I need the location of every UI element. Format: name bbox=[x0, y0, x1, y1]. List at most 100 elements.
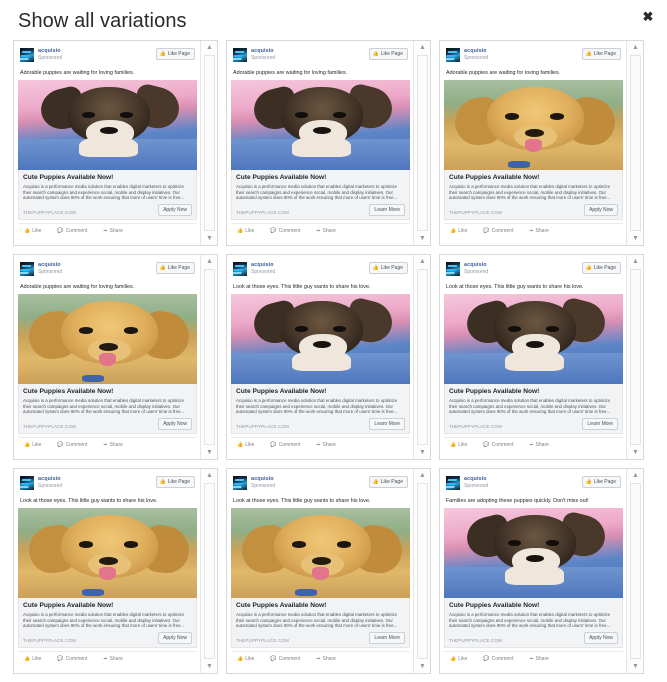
card-scrollbar[interactable]: ▲ ▼ bbox=[413, 469, 430, 673]
ad-cta-button[interactable]: Learn More bbox=[369, 631, 405, 644]
card-scrollbar[interactable]: ▲ ▼ bbox=[626, 41, 643, 245]
like-page-button[interactable]: 👍 Like Page bbox=[368, 48, 408, 60]
ad-action-share[interactable]: ➦ Share bbox=[529, 228, 549, 234]
ad-action-share[interactable]: ➦ Share bbox=[316, 656, 336, 662]
scrollbar-thumb[interactable] bbox=[630, 55, 641, 231]
card-scrollbar[interactable]: ▲ ▼ bbox=[200, 255, 217, 459]
ad-action-like[interactable]: 👍 Like bbox=[237, 656, 254, 662]
scroll-up-icon[interactable]: ▲ bbox=[627, 469, 643, 482]
scrollbar-thumb[interactable] bbox=[204, 55, 215, 231]
ad-action-like[interactable]: 👍 Like bbox=[24, 442, 41, 448]
ad-cta-button[interactable]: Apply Now bbox=[158, 417, 192, 430]
scrollbar-thumb[interactable] bbox=[417, 269, 428, 445]
ad-link-block[interactable]: Cute Puppies Available Now! Acquisio is a… bbox=[18, 384, 197, 434]
ad-action-share[interactable]: ➦ Share bbox=[103, 656, 123, 662]
ad-variation-card[interactable]: acquisio Sponsored 👍 Like Page Adorable pupp… bbox=[226, 40, 431, 246]
ad-link-block[interactable]: Cute Puppies Available Now! Acquisio is a… bbox=[231, 598, 410, 648]
ad-variation-card[interactable]: acquisio Sponsored 👍 Like Page Look at those… bbox=[13, 468, 218, 674]
scroll-up-icon[interactable]: ▲ bbox=[201, 469, 217, 482]
card-scrollbar[interactable]: ▲ ▼ bbox=[626, 469, 643, 673]
like-page-button[interactable]: 👍 Like Page bbox=[581, 476, 621, 488]
scroll-down-icon[interactable]: ▼ bbox=[201, 232, 217, 245]
ad-action-comment[interactable]: 💬 Comment bbox=[483, 656, 513, 662]
ad-link-block[interactable]: Cute Puppies Available Now! Acquisio is a… bbox=[231, 384, 410, 434]
ad-action-like[interactable]: 👍 Like bbox=[450, 442, 467, 448]
scroll-down-icon[interactable]: ▼ bbox=[627, 232, 643, 245]
ad-action-like[interactable]: 👍 Like bbox=[24, 656, 41, 662]
ad-variation-card[interactable]: acquisio Sponsored 👍 Like Page Families are … bbox=[439, 468, 644, 674]
ad-variation-card[interactable]: acquisio Sponsored 👍 Like Page Adorable pupp… bbox=[13, 40, 218, 246]
ad-action-comment[interactable]: 💬 Comment bbox=[57, 228, 87, 234]
scrollbar-thumb[interactable] bbox=[630, 269, 641, 445]
ad-action-comment[interactable]: 💬 Comment bbox=[483, 442, 513, 448]
like-page-button[interactable]: 👍 Like Page bbox=[155, 476, 195, 488]
scroll-up-icon[interactable]: ▲ bbox=[201, 255, 217, 268]
ad-action-share[interactable]: ➦ Share bbox=[103, 228, 123, 234]
scroll-down-icon[interactable]: ▼ bbox=[414, 446, 430, 459]
ad-variation-card[interactable]: acquisio Sponsored 👍 Like Page Adorable pupp… bbox=[439, 40, 644, 246]
ad-variation-card[interactable]: acquisio Sponsored 👍 Like Page Look at those… bbox=[226, 468, 431, 674]
ad-link-block[interactable]: Cute Puppies Available Now! Acquisio is a… bbox=[444, 598, 623, 648]
ad-action-comment[interactable]: 💬 Comment bbox=[270, 228, 300, 234]
ad-action-like[interactable]: 👍 Like bbox=[450, 656, 467, 662]
scroll-down-icon[interactable]: ▼ bbox=[627, 446, 643, 459]
like-page-button[interactable]: 👍 Like Page bbox=[581, 262, 621, 274]
ad-variation-card[interactable]: acquisio Sponsored 👍 Like Page Look at those… bbox=[439, 254, 644, 460]
card-scrollbar[interactable]: ▲ ▼ bbox=[413, 255, 430, 459]
ad-action-like[interactable]: 👍 Like bbox=[237, 442, 254, 448]
scrollbar-thumb[interactable] bbox=[204, 483, 215, 659]
ad-action-like[interactable]: 👍 Like bbox=[450, 228, 467, 234]
like-page-button[interactable]: 👍 Like Page bbox=[155, 48, 195, 60]
ad-action-comment[interactable]: 💬 Comment bbox=[57, 442, 87, 448]
scroll-down-icon[interactable]: ▼ bbox=[627, 660, 643, 673]
ad-action-comment[interactable]: 💬 Comment bbox=[270, 442, 300, 448]
scroll-down-icon[interactable]: ▼ bbox=[201, 660, 217, 673]
scroll-down-icon[interactable]: ▼ bbox=[201, 446, 217, 459]
ad-action-share[interactable]: ➦ Share bbox=[103, 442, 123, 448]
card-scrollbar[interactable]: ▲ ▼ bbox=[413, 41, 430, 245]
ad-link-block[interactable]: Cute Puppies Available Now! Acquisio is a… bbox=[444, 384, 623, 434]
ad-action-comment[interactable]: 💬 Comment bbox=[57, 656, 87, 662]
ad-action-comment[interactable]: 💬 Comment bbox=[270, 656, 300, 662]
like-page-button[interactable]: 👍 Like Page bbox=[368, 262, 408, 274]
ad-action-share[interactable]: ➦ Share bbox=[316, 442, 336, 448]
ad-link-block[interactable]: Cute Puppies Available Now! Acquisio is a… bbox=[18, 170, 197, 220]
like-page-button[interactable]: 👍 Like Page bbox=[581, 48, 621, 60]
card-scrollbar[interactable]: ▲ ▼ bbox=[200, 469, 217, 673]
card-scrollbar[interactable]: ▲ ▼ bbox=[626, 255, 643, 459]
ad-action-like[interactable]: 👍 Like bbox=[237, 228, 254, 234]
scrollbar-thumb[interactable] bbox=[417, 483, 428, 659]
ad-link-block[interactable]: Cute Puppies Available Now! Acquisio is a… bbox=[444, 170, 623, 220]
scroll-up-icon[interactable]: ▲ bbox=[414, 255, 430, 268]
ad-action-comment[interactable]: 💬 Comment bbox=[483, 228, 513, 234]
ad-cta-button[interactable]: Apply Now bbox=[158, 203, 192, 216]
scroll-up-icon[interactable]: ▲ bbox=[414, 41, 430, 54]
close-icon[interactable]: ✖ bbox=[641, 10, 655, 24]
scrollbar-thumb[interactable] bbox=[204, 269, 215, 445]
ad-variation-card[interactable]: acquisio Sponsored 👍 Like Page Look at those… bbox=[226, 254, 431, 460]
ad-cta-button[interactable]: Apply Now bbox=[584, 631, 618, 644]
like-page-button[interactable]: 👍 Like Page bbox=[368, 476, 408, 488]
scroll-down-icon[interactable]: ▼ bbox=[414, 660, 430, 673]
scroll-up-icon[interactable]: ▲ bbox=[201, 41, 217, 54]
ad-cta-button[interactable]: Apply Now bbox=[158, 631, 192, 644]
like-page-button[interactable]: 👍 Like Page bbox=[155, 262, 195, 274]
ad-cta-button[interactable]: Learn More bbox=[369, 203, 405, 216]
ad-cta-button[interactable]: Apply Now bbox=[584, 203, 618, 216]
scroll-up-icon[interactable]: ▲ bbox=[414, 469, 430, 482]
ad-action-like[interactable]: 👍 Like bbox=[24, 228, 41, 234]
ad-cta-button[interactable]: Learn More bbox=[369, 417, 405, 430]
scrollbar-thumb[interactable] bbox=[630, 483, 641, 659]
scroll-down-icon[interactable]: ▼ bbox=[414, 232, 430, 245]
ad-action-share[interactable]: ➦ Share bbox=[529, 442, 549, 448]
scroll-up-icon[interactable]: ▲ bbox=[627, 255, 643, 268]
ad-link-block[interactable]: Cute Puppies Available Now! Acquisio is a… bbox=[18, 598, 197, 648]
ad-link-block[interactable]: Cute Puppies Available Now! Acquisio is a… bbox=[231, 170, 410, 220]
ad-cta-button[interactable]: Learn More bbox=[582, 417, 618, 430]
scroll-up-icon[interactable]: ▲ bbox=[627, 41, 643, 54]
scrollbar-thumb[interactable] bbox=[417, 55, 428, 231]
ad-variation-card[interactable]: acquisio Sponsored 👍 Like Page Adorable pupp… bbox=[13, 254, 218, 460]
ad-action-share[interactable]: ➦ Share bbox=[316, 228, 336, 234]
card-scrollbar[interactable]: ▲ ▼ bbox=[200, 41, 217, 245]
ad-action-share[interactable]: ➦ Share bbox=[529, 656, 549, 662]
